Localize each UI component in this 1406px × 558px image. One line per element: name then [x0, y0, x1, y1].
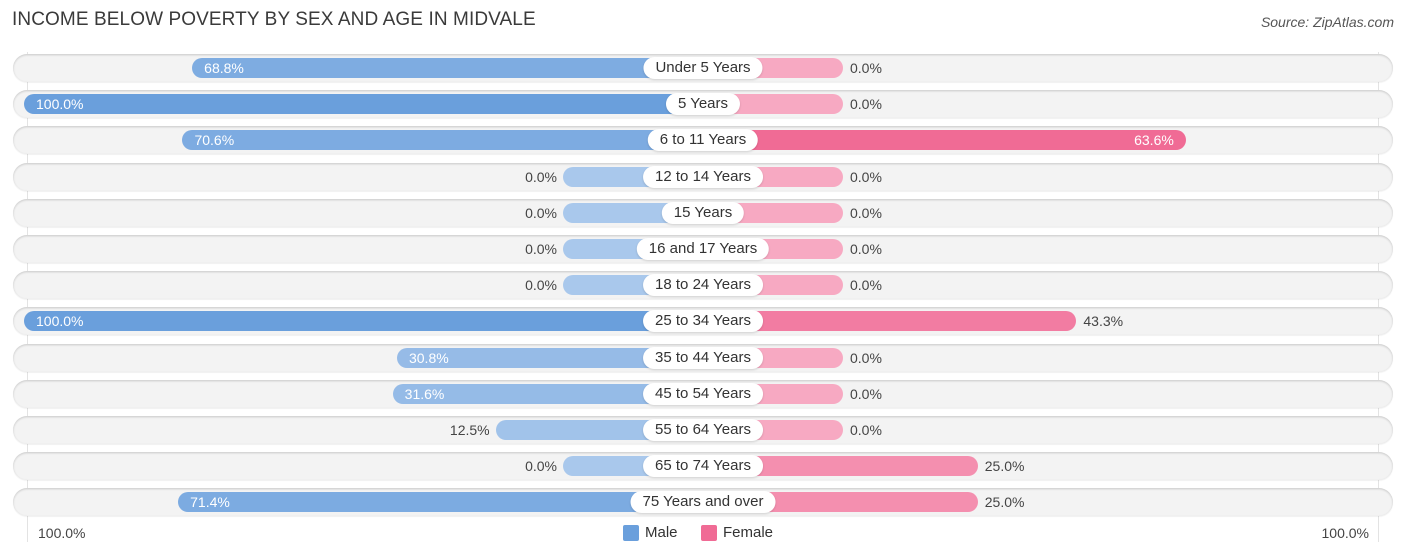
bar-female — [703, 130, 1186, 151]
value-label-male: 12.5% — [449, 422, 490, 438]
value-label-female: 0.0% — [850, 277, 882, 294]
bar-male — [182, 130, 703, 151]
value-label-male: 71.4% — [190, 494, 230, 511]
value-label-female: 63.6% — [1134, 132, 1174, 149]
value-label-female: 43.3% — [1083, 313, 1124, 330]
chart-area: 68.8% 0.0% Under 5 Years 100.0% 0.0% 5 Years 7… — [0, 0, 1406, 558]
category-label: Under 5 Years — [643, 57, 763, 79]
value-label-male: 70.6% — [194, 132, 235, 149]
value-label-female: 0.0% — [850, 385, 882, 402]
value-label-female: 0.0% — [850, 422, 882, 438]
axis-label-left: 100.0% — [38, 525, 86, 541]
bar-male — [24, 94, 703, 115]
value-label-male: 68.8% — [204, 60, 244, 76]
legend-label-female: Female — [723, 524, 774, 541]
category-label: 15 Years — [661, 201, 745, 224]
bar-male — [192, 58, 703, 78]
value-label-female: 25.0% — [984, 494, 1025, 511]
category-label: 25 to 34 Years — [643, 310, 763, 333]
axis-label-right: 100.0% — [1321, 525, 1369, 541]
value-label-female: 0.0% — [850, 349, 882, 366]
value-label-female: 0.0% — [850, 96, 882, 113]
category-label: 18 to 24 Years — [643, 274, 763, 297]
bar-male — [24, 311, 703, 332]
value-label-female: 0.0% — [850, 168, 882, 185]
value-label-male: 31.6% — [404, 385, 445, 402]
value-label-male: 0.0% — [525, 204, 557, 221]
value-label-male: 0.0% — [525, 277, 557, 294]
value-label-female: 0.0% — [850, 60, 882, 76]
legend-item-male: Male — [623, 524, 678, 541]
legend-swatch-male — [623, 524, 639, 541]
value-label-male: 0.0% — [525, 241, 557, 257]
category-label: 65 to 74 Years — [643, 455, 763, 478]
value-label-female: 0.0% — [850, 204, 882, 221]
value-label-male: 30.8% — [408, 349, 449, 366]
value-label-male: 0.0% — [525, 458, 557, 475]
category-label: 55 to 64 Years — [643, 419, 763, 441]
value-label-male: 100.0% — [36, 313, 84, 330]
value-label-female: 25.0% — [984, 458, 1025, 475]
value-label-male: 0.0% — [525, 168, 557, 185]
value-label-female: 0.0% — [850, 241, 882, 257]
legend-item-female: Female — [701, 524, 773, 541]
legend-swatch-female — [701, 524, 717, 541]
category-label: 75 Years and over — [630, 491, 776, 514]
value-label-male: 100.0% — [36, 96, 84, 113]
bar-male — [178, 492, 703, 513]
category-label: 35 to 44 Years — [643, 346, 763, 369]
category-label: 16 and 17 Years — [636, 238, 770, 260]
category-label: 12 to 14 Years — [643, 165, 763, 188]
category-label: 5 Years — [665, 93, 741, 116]
category-label: 45 to 54 Years — [643, 382, 763, 405]
legend-label-male: Male — [645, 524, 678, 541]
category-label: 6 to 11 Years — [647, 129, 759, 152]
